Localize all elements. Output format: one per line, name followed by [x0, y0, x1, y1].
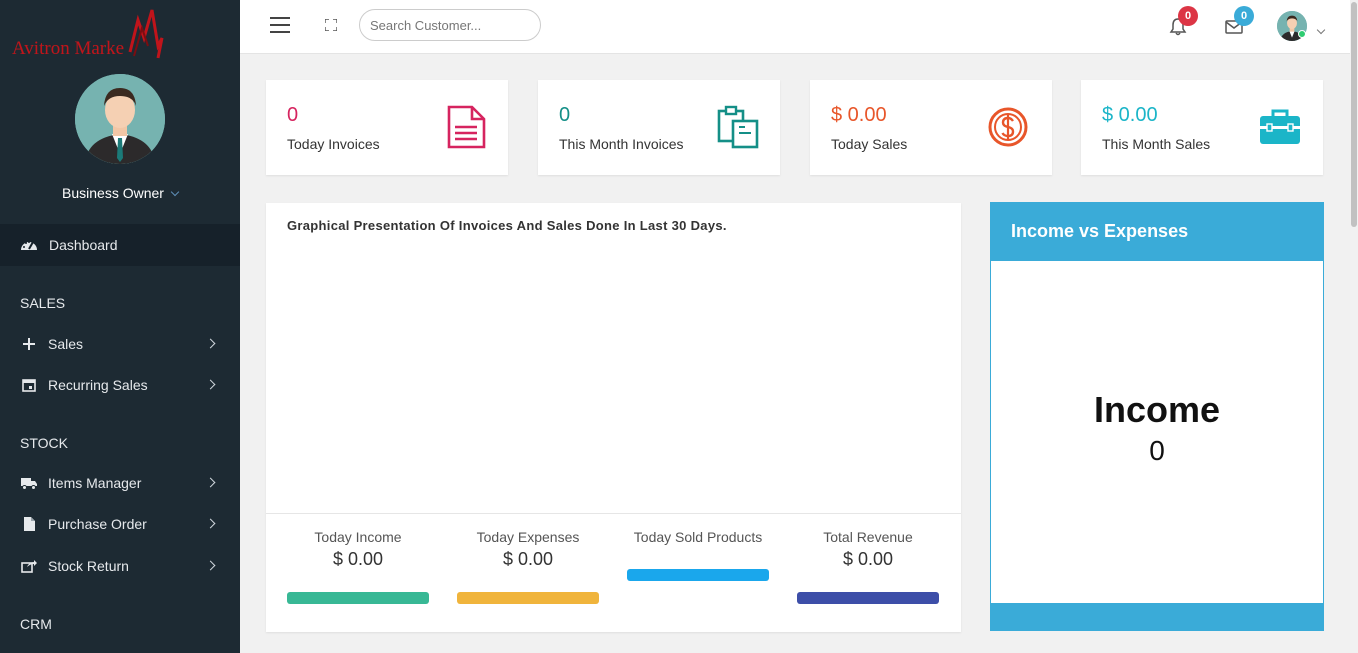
stat-today-sold-products: Today Sold Products [627, 529, 769, 545]
card-label: Today Invoices [287, 136, 380, 152]
chevron-right-icon [205, 379, 216, 390]
calendar-icon [20, 377, 38, 393]
notification-badge: 0 [1178, 6, 1198, 26]
card-value: 0 [559, 104, 571, 126]
plus-icon [20, 336, 38, 352]
section-crm: CRM [20, 616, 52, 632]
top-bar: 0 0 [240, 0, 1350, 54]
page-scrollbar[interactable] [1350, 0, 1358, 653]
online-status-dot [1298, 30, 1306, 38]
stat-value: $ 0.00 [502, 549, 554, 569]
income-value: 0 [1149, 435, 1165, 466]
sold-products-bar [627, 569, 769, 581]
card-today-sales[interactable]: $ 0.00 Today Sales [810, 80, 1052, 175]
expenses-bar [457, 592, 599, 604]
income-bar [287, 592, 429, 604]
stat-label: Today Sold Products [633, 529, 763, 545]
message-badge: 0 [1234, 6, 1254, 26]
income-expenses-body: Income 0 [991, 261, 1323, 603]
menu-toggle-icon[interactable] [270, 17, 290, 33]
chevron-right-icon [205, 518, 216, 529]
sales-chart-panel: Graphical Presentation Of Invoices And S… [266, 203, 961, 632]
owner-avatar[interactable] [75, 74, 165, 164]
sidebar-item-label: Sales [48, 336, 84, 352]
dollar-icon [988, 107, 1028, 147]
truck-icon [20, 475, 38, 491]
sidebar-item-label: Purchase Order [48, 516, 147, 532]
logo-text: Avitron Marke [12, 38, 125, 59]
sidebar-item-dashboard[interactable]: Dashboard [0, 224, 240, 266]
stat-label: Today Expenses [476, 529, 580, 545]
stat-total-revenue: Total Revenue $ 0.00 [797, 529, 939, 570]
sidebar-item-items-manager[interactable]: Items Manager [0, 465, 240, 501]
panel-title: Graphical Presentation Of Invoices And S… [287, 218, 727, 233]
card-value: $ 0.00 [831, 104, 887, 126]
income-expenses-panel: Income vs Expenses Income 0 [990, 202, 1324, 631]
stat-value: $ 0.00 [332, 549, 384, 569]
chevron-down-icon [170, 187, 180, 197]
sidebar-item-stock-return[interactable]: Stock Return [0, 548, 240, 584]
income-title: Income [1093, 389, 1221, 430]
stat-today-expenses: Today Expenses $ 0.00 [457, 529, 599, 570]
card-today-invoices[interactable]: 0 Today Invoices [266, 80, 508, 175]
panel-header: Income vs Expenses [1011, 220, 1189, 241]
divider [266, 513, 961, 514]
fullscreen-icon[interactable] [325, 19, 337, 31]
clipboard-icon [717, 105, 759, 149]
sidebar-item-recurring-sales[interactable]: Recurring Sales [0, 367, 240, 403]
card-label: Today Sales [831, 136, 908, 152]
section-stock: STOCK [20, 435, 68, 451]
sidebar: Avitron Marke Business Owner Dashboard S… [0, 0, 240, 653]
card-value: 0 [287, 104, 299, 126]
card-label: This Month Sales [1102, 136, 1211, 152]
stat-today-income: Today Income $ 0.00 [287, 529, 429, 570]
card-label: This Month Invoices [559, 136, 684, 152]
owner-name: Business Owner [62, 185, 164, 201]
sidebar-item-label: Recurring Sales [48, 377, 148, 393]
section-sales: SALES [20, 295, 66, 311]
app-logo[interactable]: Avitron Marke [12, 8, 172, 60]
revenue-bar [797, 592, 939, 604]
card-month-sales[interactable]: $ 0.00 This Month Sales [1081, 80, 1323, 175]
search-input[interactable] [359, 9, 541, 41]
sidebar-item-label: Dashboard [49, 237, 118, 253]
sidebar-item-label: Stock Return [48, 558, 129, 574]
owner-menu[interactable]: Business Owner [0, 185, 240, 201]
sidebar-item-purchase-order[interactable]: Purchase Order [0, 506, 240, 542]
invoice-icon [447, 105, 486, 149]
chevron-right-icon [205, 477, 216, 488]
stat-value: $ 0.00 [842, 549, 894, 569]
scrollbar-thumb[interactable] [1351, 2, 1357, 227]
document-icon [20, 516, 38, 532]
chevron-right-icon [205, 338, 216, 349]
sidebar-item-sales[interactable]: Sales [0, 326, 240, 362]
chevron-down-icon[interactable] [1316, 25, 1326, 35]
dashboard-icon [20, 237, 38, 253]
stat-label: Today Income [314, 529, 402, 545]
card-month-invoices[interactable]: 0 This Month Invoices [538, 80, 780, 175]
card-value: $ 0.00 [1102, 104, 1158, 126]
chevron-right-icon [205, 560, 216, 571]
sidebar-item-label: Items Manager [48, 475, 142, 491]
briefcase-icon [1260, 109, 1300, 144]
stat-label: Total Revenue [823, 529, 913, 545]
share-icon [20, 558, 38, 574]
